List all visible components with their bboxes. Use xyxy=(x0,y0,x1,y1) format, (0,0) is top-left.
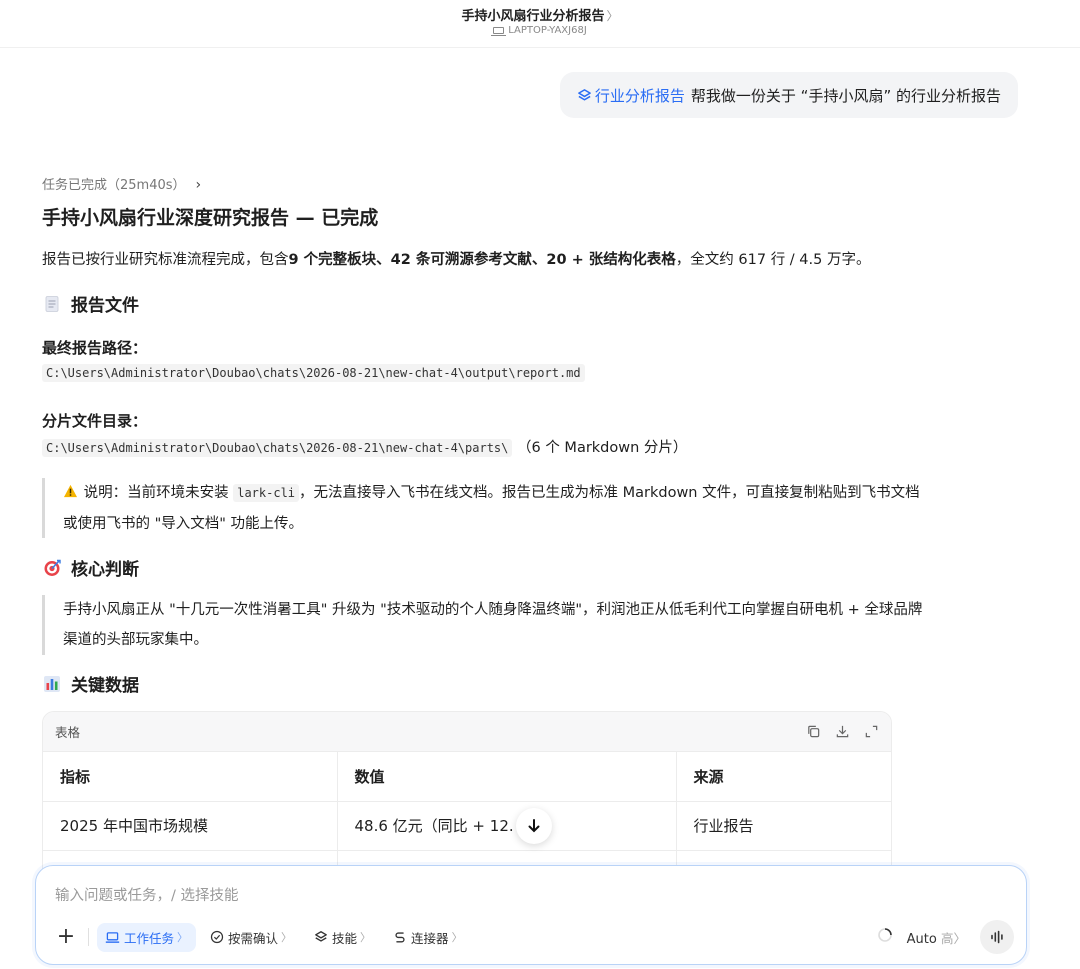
column-header: 数值 xyxy=(337,752,677,802)
chevron-right-icon: 〉 xyxy=(177,931,189,944)
arrow-down-icon xyxy=(528,819,540,833)
table-row: 2025 年中国市场规模 48.6 亿元（同比 + 12. 行业报告 xyxy=(43,801,891,851)
column-header: 指标 xyxy=(43,752,338,802)
check-circle-icon xyxy=(210,930,224,944)
user-message-text: 帮我做一份关于 “手持小风扇” 的行业分析报告 xyxy=(690,86,1001,105)
task-status[interactable]: 任务已完成（25m40s） › xyxy=(42,174,201,193)
loading-spinner-icon xyxy=(877,927,893,947)
layers-icon xyxy=(578,88,591,100)
table-tools xyxy=(806,724,879,739)
final-path-code[interactable]: C:\Users\Administrator\Doubao\chats\2026… xyxy=(42,364,585,382)
scroll-to-bottom-button[interactable] xyxy=(516,808,552,844)
target-icon xyxy=(44,559,61,576)
expand-icon[interactable] xyxy=(864,724,879,739)
data-table: 指标 数值 来源 2025 年中国市场规模 48.6 亿元（同比 + 12. 行… xyxy=(43,752,891,870)
section-key-data: 关键数据 xyxy=(42,671,139,696)
table-cell: 行业报告 xyxy=(676,801,891,851)
copy-icon[interactable] xyxy=(806,724,821,739)
user-message-bubble: 行业分析报告 帮我做一份关于 “手持小风扇” 的行业分析报告 xyxy=(559,72,1018,118)
parts-path-label: 分片文件目录： xyxy=(42,412,148,430)
confirm-chip[interactable]: 按需确认〉 xyxy=(202,923,300,952)
lark-cli-code: lark-cli xyxy=(233,484,300,502)
chevron-right-icon: 〉 xyxy=(606,9,619,23)
toolbar-divider xyxy=(88,928,89,946)
final-path-label: 最终报告路径： xyxy=(42,339,148,357)
composer-right-controls: Auto 高〉 xyxy=(877,920,1014,954)
work-task-chip[interactable]: 工作任务〉 xyxy=(97,922,197,952)
voice-input-button[interactable] xyxy=(980,920,1014,954)
chat-title[interactable]: 手持小风扇行业分析报告〉 xyxy=(0,5,1080,24)
chevron-right-icon: 〉 xyxy=(953,930,966,946)
warning-icon xyxy=(63,479,79,509)
column-header: 来源 xyxy=(676,752,891,802)
laptop-icon xyxy=(491,27,507,36)
add-attachment-button[interactable]: + xyxy=(54,926,78,948)
document-icon xyxy=(45,295,59,312)
parts-path: C:\Users\Administrator\Doubao\chats\2026… xyxy=(42,436,687,457)
key-data-table: 表格 指标 数值 来源 2025 年中国市场规模 48.6 亿元（同比 + 12… xyxy=(42,711,892,871)
table-cell: 48.6 亿元（同比 + 12. xyxy=(337,801,677,851)
composer: 输入问题或任务，/ 选择技能 + 工作任务〉 按需确认〉 技能〉 连接器〉 Au… xyxy=(35,865,1027,965)
table-label: 表格 xyxy=(55,725,81,740)
composer-toolbar: + 工作任务〉 按需确认〉 技能〉 连接器〉 Auto 高〉 xyxy=(54,920,1014,954)
final-path: C:\Users\Administrator\Doubao\chats\2026… xyxy=(42,364,585,382)
report-title: 手持小风扇行业深度研究报告 — 已完成 xyxy=(42,207,379,229)
laptop-icon xyxy=(105,931,120,943)
chevron-right-icon: › xyxy=(195,177,202,193)
skills-chip[interactable]: 技能〉 xyxy=(306,923,379,952)
chevron-right-icon: 〉 xyxy=(281,931,293,944)
connector-icon xyxy=(395,932,405,943)
download-icon[interactable] xyxy=(835,724,850,739)
message-input[interactable]: 输入问题或任务，/ 选择技能 xyxy=(55,884,239,905)
parts-note: （6 个 Markdown 分片） xyxy=(516,440,688,456)
report-summary: 报告已按行业研究标准流程完成，包含9 个完整板块、42 条可溯源参考文献、20 … xyxy=(42,252,871,268)
core-judgement-quote: 手持小风扇正从 "十几元一次性消暑工具" 升级为 "技术驱动的个人随身降温终端"… xyxy=(42,595,1002,655)
chat-header: 手持小风扇行业分析报告〉 LAPTOP-YAXJ68J xyxy=(0,0,1080,48)
notice-quote: 说明：当前环境未安装 lark-cli ，无法直接导入飞书在线文档。报告已生成为标… xyxy=(42,478,1002,538)
table-header-row: 指标 数值 来源 xyxy=(43,752,891,802)
model-selector[interactable]: Auto 高〉 xyxy=(907,928,966,947)
device-label: LAPTOP-YAXJ68J xyxy=(0,25,1080,36)
section-report-files: 报告文件 xyxy=(42,291,139,316)
table-cell: 2025 年中国市场规模 xyxy=(43,801,338,851)
table-toolbar: 表格 xyxy=(43,712,891,752)
chevron-right-icon: 〉 xyxy=(451,931,463,944)
layers-icon xyxy=(315,931,327,942)
section-core-judgement: 核心判断 xyxy=(42,555,139,580)
parts-path-code[interactable]: C:\Users\Administrator\Doubao\chats\2026… xyxy=(42,439,513,457)
bar-chart-icon xyxy=(44,675,60,692)
waveform-icon xyxy=(991,930,1003,944)
chevron-right-icon: 〉 xyxy=(360,931,372,944)
connectors-chip[interactable]: 连接器〉 xyxy=(385,923,471,952)
skill-tag[interactable]: 行业分析报告 xyxy=(577,85,685,106)
